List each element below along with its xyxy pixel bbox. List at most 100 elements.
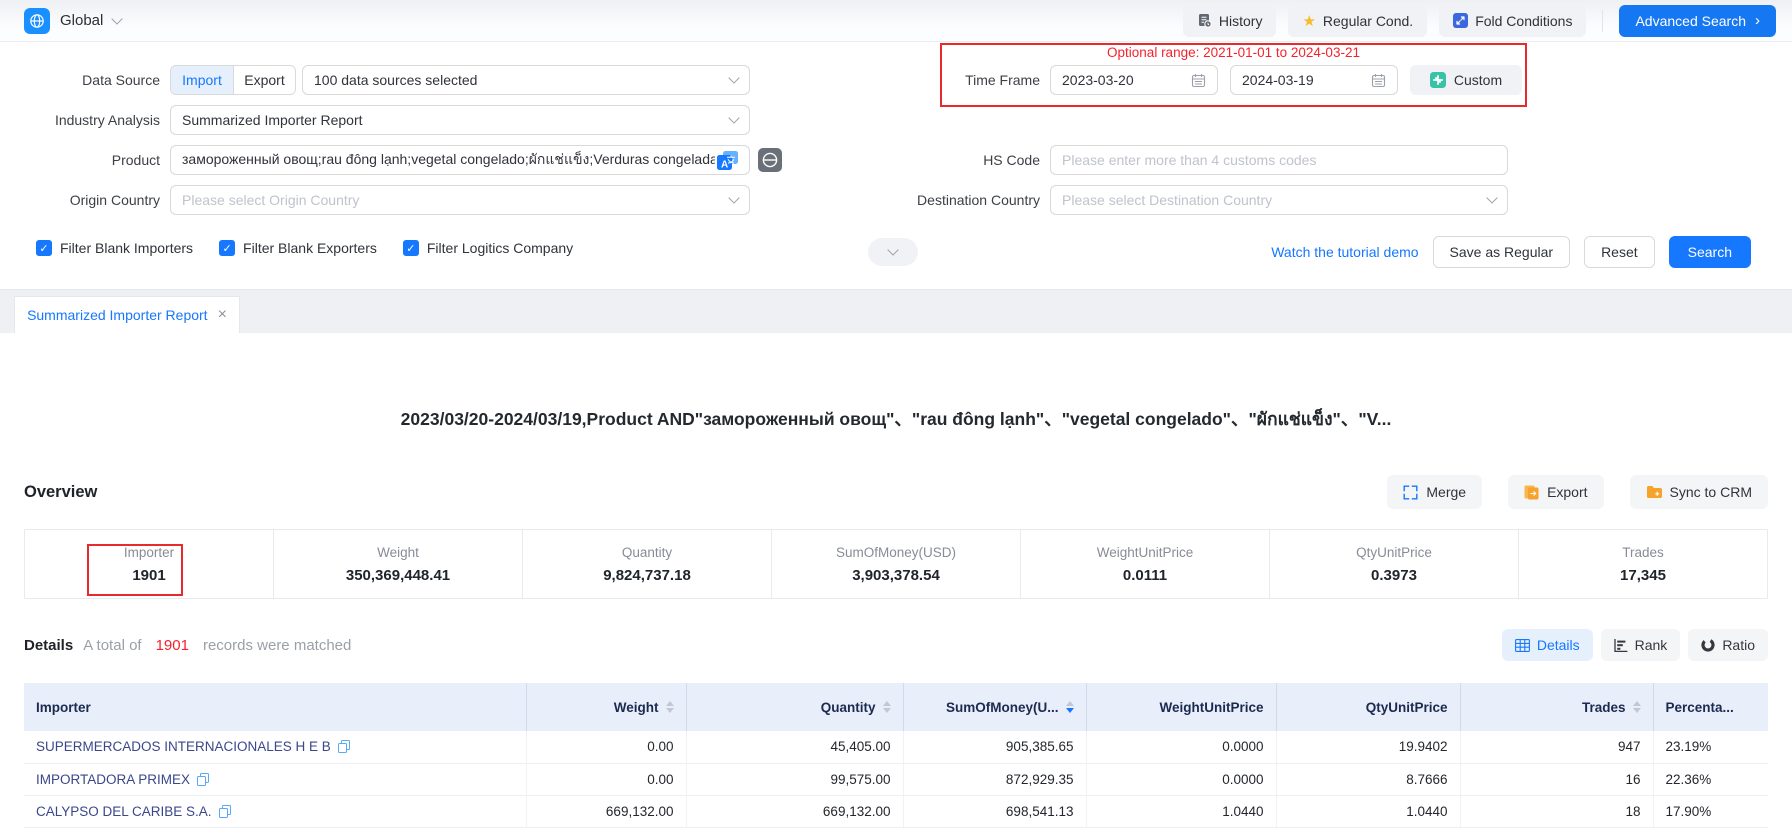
history-button[interactable]: History <box>1183 5 1277 37</box>
sort-carets-icon[interactable] <box>1066 701 1074 713</box>
chevron-right-icon: › <box>1755 12 1760 29</box>
table-cell: 872,929.35 <box>903 763 1086 795</box>
column-header-weight[interactable]: Weight <box>526 683 686 731</box>
hs-code-input[interactable]: Please enter more than 4 customs codes <box>1050 145 1508 175</box>
column-label: SumOfMoney(U... <box>946 700 1059 715</box>
sort-carets-icon[interactable] <box>1633 701 1641 713</box>
language-settings-icon[interactable] <box>758 148 782 172</box>
copy-icon[interactable] <box>219 805 231 818</box>
column-label: Importer <box>36 700 91 715</box>
merge-button[interactable]: Merge <box>1387 475 1482 509</box>
rank-chart-icon <box>1614 639 1628 652</box>
view-details-button[interactable]: Details <box>1502 629 1593 661</box>
search-button[interactable]: Search <box>1669 236 1751 268</box>
optional-range-note: Optional range: 2021-01-01 to 2024-03-21 <box>940 45 1527 60</box>
collapse-conditions-button[interactable] <box>868 238 918 266</box>
region-selector[interactable]: Global <box>24 8 121 34</box>
data-sources-select[interactable]: 100 data sources selected <box>302 65 750 95</box>
industry-analysis-value: Summarized Importer Report <box>182 112 722 128</box>
importer-name-link[interactable]: SUPERMERCADOS INTERNACIONALES H E B <box>24 731 526 763</box>
chevron-down-icon <box>887 244 898 255</box>
table-cell: 19.9402 <box>1276 731 1460 763</box>
table-icon <box>1515 639 1530 652</box>
tab-summarized-importer-report[interactable]: Summarized Importer Report × <box>14 296 240 333</box>
destination-country-label: Destination Country <box>860 185 1040 215</box>
data-source-label: Data Source <box>0 65 160 95</box>
export-icon <box>1524 485 1539 500</box>
filter-checkboxes: ✓Filter Blank Importers✓Filter Blank Exp… <box>36 240 573 256</box>
column-header-qtyunitprice: QtyUnitPrice <box>1276 683 1460 731</box>
export-label: Export <box>1547 484 1587 500</box>
origin-country-select[interactable]: Please select Origin Country <box>170 185 750 215</box>
product-value: замороженный овощ;rau đông lạnh;vegetal … <box>182 149 715 171</box>
filter-checkbox[interactable]: ✓Filter Blank Importers <box>36 240 193 256</box>
calendar-icon <box>1371 73 1386 88</box>
stat-label: Weight <box>377 545 419 560</box>
destination-country-select[interactable]: Please select Destination Country <box>1050 185 1508 215</box>
sync-to-crm-button[interactable]: Sync to CRM <box>1630 475 1768 509</box>
copy-icon[interactable] <box>197 773 209 786</box>
date-end-value: 2024-03-19 <box>1242 72 1371 88</box>
custom-label: Custom <box>1454 72 1502 88</box>
merge-icon <box>1403 485 1418 500</box>
origin-country-label: Origin Country <box>0 185 160 215</box>
column-label: WeightUnitPrice <box>1159 700 1263 715</box>
time-frame-label: Time Frame <box>860 65 1040 95</box>
column-header-importer: Importer <box>24 683 526 731</box>
chevron-down-icon <box>728 72 739 83</box>
column-header-trades[interactable]: Trades <box>1460 683 1653 731</box>
export-button[interactable]: Export <box>1508 475 1603 509</box>
fold-conditions-button[interactable]: Fold Conditions <box>1439 5 1586 37</box>
copy-icon[interactable] <box>338 740 350 753</box>
translate-icon[interactable]: A <box>717 151 738 170</box>
checkbox-checked-icon[interactable]: ✓ <box>219 240 235 256</box>
product-input[interactable]: замороженный овощ;rau đông lạnh;vegetal … <box>170 145 750 175</box>
advanced-search-button[interactable]: Advanced Search › <box>1619 5 1776 37</box>
view-ratio-button[interactable]: Ratio <box>1688 629 1768 661</box>
importer-name-link[interactable]: CALYPSO DEL CARIBE S.A. <box>24 795 526 827</box>
table-cell: 947 <box>1460 731 1653 763</box>
reset-button[interactable]: Reset <box>1584 236 1655 268</box>
sort-carets-icon[interactable] <box>666 701 674 713</box>
view-ratio-label: Ratio <box>1722 637 1755 653</box>
date-start-input[interactable]: 2023-03-20 <box>1050 65 1218 95</box>
checkbox-checked-icon[interactable]: ✓ <box>403 240 419 256</box>
column-header-quantity[interactable]: Quantity <box>686 683 903 731</box>
custom-range-button[interactable]: Custom <box>1410 65 1522 95</box>
report-title: 2023/03/20-2024/03/19,Product AND"заморо… <box>24 333 1768 433</box>
report-content: 2023/03/20-2024/03/19,Product AND"заморо… <box>0 333 1792 828</box>
column-header-weightunitprice: WeightUnitPrice <box>1086 683 1276 731</box>
importer-name[interactable]: IMPORTADORA PRIMEX <box>36 772 190 787</box>
date-end-input[interactable]: 2024-03-19 <box>1230 65 1398 95</box>
view-rank-button[interactable]: Rank <box>1601 629 1681 661</box>
filter-checkbox[interactable]: ✓ Filter Blank Exporters <box>219 240 377 256</box>
stat-label: Trades <box>1622 545 1664 560</box>
tutorial-link[interactable]: Watch the tutorial demo <box>1271 244 1418 260</box>
table-row: SUPERMERCADOS INTERNACIONALES H E B0.004… <box>24 731 1768 763</box>
importer-name[interactable]: CALYPSO DEL CARIBE S.A. <box>36 804 212 819</box>
industry-analysis-select[interactable]: Summarized Importer Report <box>170 105 750 135</box>
fold-icon <box>1453 13 1468 28</box>
sort-carets-icon[interactable] <box>883 701 891 713</box>
column-header-sumofmoney-u[interactable]: SumOfMoney(U... <box>903 683 1086 731</box>
details-table: Importer WeightQuantity SumOfMoney(U... Wei… <box>24 683 1768 828</box>
save-as-regular-button[interactable]: Save as Regular <box>1433 236 1571 268</box>
advanced-search-label: Advanced Search <box>1635 13 1746 29</box>
regular-cond-label: Regular Cond. <box>1323 13 1413 29</box>
checkbox-label: Filter Blank Exporters <box>243 240 377 256</box>
filter-checkbox[interactable]: ✓ Filter Logitics Company <box>403 240 573 256</box>
search-panel: Optional range: 2021-01-01 to 2024-03-21… <box>0 42 1792 289</box>
checkbox-label: Filter Logitics Company <box>427 240 573 256</box>
folder-sync-icon <box>1646 485 1662 499</box>
import-tab[interactable]: Import <box>171 66 233 94</box>
importer-name-link[interactable]: IMPORTADORA PRIMEX <box>24 763 526 795</box>
checkbox-checked-icon[interactable]: ✓ <box>36 240 52 256</box>
regular-cond-button[interactable]: ★ Regular Cond. <box>1288 5 1427 37</box>
export-tab[interactable]: Export <box>233 66 295 94</box>
tab-label: Summarized Importer Report <box>27 307 208 323</box>
table-cell: 22.36% <box>1653 763 1768 795</box>
table-cell: 1.0440 <box>1276 795 1460 827</box>
fold-conditions-label: Fold Conditions <box>1475 13 1572 29</box>
importer-name[interactable]: SUPERMERCADOS INTERNACIONALES H E B <box>36 739 331 754</box>
close-icon[interactable]: × <box>218 307 227 323</box>
